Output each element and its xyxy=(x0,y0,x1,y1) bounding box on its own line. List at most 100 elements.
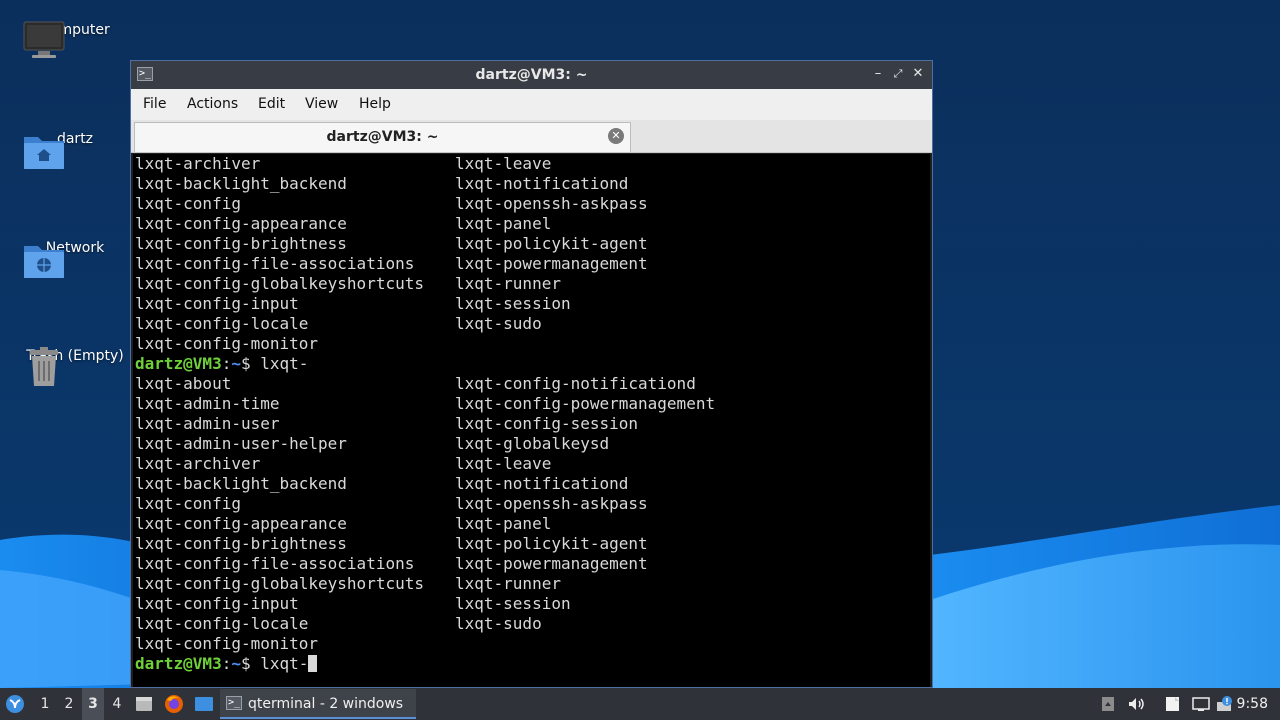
prompt-command: lxqt- xyxy=(260,354,309,373)
terminal-line: lxqt-config-input lxqt-session xyxy=(135,294,571,314)
terminal-line: lxqt-admin-time lxqt-config-powermanageme… xyxy=(135,394,715,414)
terminal-completion-col2: lxqt-sudo xyxy=(455,614,542,633)
terminal-completion-col2: lxqt-policykit-agent xyxy=(455,234,648,253)
terminal-line: lxqt-config-locale lxqt-sudo xyxy=(135,614,542,634)
terminal-completion-col2: lxqt-leave xyxy=(455,454,552,473)
desktop-switch-3[interactable]: 3 xyxy=(82,688,104,720)
main-menu-icon[interactable] xyxy=(4,694,26,714)
terminal-completion-col2: lxqt-config-powermanagement xyxy=(455,394,716,413)
terminal-completion-col1: lxqt-config-input xyxy=(135,294,299,313)
terminal-completion-col2: lxqt-notificationd xyxy=(455,174,629,193)
terminal-completion-col1: lxqt-about xyxy=(135,374,232,393)
file-manager-launcher-icon[interactable] xyxy=(135,695,153,713)
terminal-completion-col1: lxqt-admin-user-helper xyxy=(135,434,347,453)
terminal-completion-col1: lxqt-config-monitor xyxy=(135,334,319,353)
terminal-app-icon: >_ xyxy=(226,696,242,710)
prompt-symbol: $ xyxy=(240,354,261,373)
terminal-output[interactable]: lxqt-archiver lxqt-leave lxqt-backlight_ba… xyxy=(133,154,930,687)
terminal-line: lxqt-config lxqt-openssh-askpass xyxy=(135,494,648,514)
close-button[interactable]: ✕ xyxy=(909,65,927,83)
desktop-switch-1[interactable]: 1 xyxy=(34,688,56,720)
minimize-button[interactable]: – xyxy=(869,65,887,83)
taskbar: 1 2 3 4 >_ qterminal - 2 windows 9:58 xyxy=(0,688,1280,720)
terminal-line: lxqt-config-file-associations lxqt-powerm… xyxy=(135,554,648,574)
terminal-line: lxqt-config-globalkeyshortcuts lxqt-runne… xyxy=(135,574,561,594)
terminal-completion-col1: lxqt-config-file-associations xyxy=(135,254,415,273)
clock[interactable]: 9:58 xyxy=(1237,688,1268,720)
terminal-prompt-line: dartz@VM3:~$ lxqt- xyxy=(135,654,318,674)
terminal-completion-col1: lxqt-archiver xyxy=(135,454,261,473)
desktop-switch-4[interactable]: 4 xyxy=(106,688,128,720)
tab-terminal[interactable]: dartz@VM3: ~ ✕ xyxy=(134,122,631,152)
firefox-launcher-icon[interactable] xyxy=(164,694,184,714)
window-title: dartz@VM3: ~ xyxy=(475,67,588,83)
taskbar-task-qterminal[interactable]: >_ qterminal - 2 windows xyxy=(220,689,416,719)
terminal-completion-col1: lxqt-config-monitor xyxy=(135,634,319,653)
terminal-completion-col1: lxqt-admin-time xyxy=(135,394,280,413)
terminal-completion-col1: lxqt-config-input xyxy=(135,594,299,613)
terminal-completion-col2: lxqt-openssh-askpass xyxy=(455,194,648,213)
updates-icon[interactable] xyxy=(1216,696,1234,712)
network-status-icon[interactable] xyxy=(1192,696,1210,712)
terminal-completion-col1: lxqt-config-locale xyxy=(135,314,309,333)
terminal-completion-col2: lxqt-session xyxy=(455,294,571,313)
desktop-switch-2[interactable]: 2 xyxy=(58,688,80,720)
prompt-user: dartz@VM3 xyxy=(135,354,222,373)
terminal-completion-col2: lxqt-panel xyxy=(455,514,552,533)
prompt-separator: : xyxy=(221,354,232,373)
terminal-line: lxqt-admin-user-helper lxqt-globalkeysd xyxy=(135,434,609,454)
terminal-completion-col2: lxqt-panel xyxy=(455,214,552,233)
show-desktop-icon[interactable] xyxy=(194,695,214,713)
prompt-path: ~ xyxy=(231,654,241,673)
terminal-completion-col2: lxqt-runner xyxy=(455,274,561,293)
terminal-line: lxqt-backlight_backend lxqt-notificationd xyxy=(135,474,628,494)
notes-icon[interactable] xyxy=(1164,696,1182,712)
terminal-line: lxqt-admin-user lxqt-config-session xyxy=(135,414,638,434)
terminal-completion-col1: lxqt-config xyxy=(135,494,241,513)
terminal-completion-col1: lxqt-config-globalkeyshortcuts xyxy=(135,574,424,593)
terminal-completion-col1: lxqt-archiver xyxy=(135,154,261,173)
tab-close-icon[interactable]: ✕ xyxy=(608,128,624,144)
terminal-line: lxqt-config-appearance lxqt-panel xyxy=(135,514,551,534)
terminal-line: lxqt-config lxqt-openssh-askpass xyxy=(135,194,648,214)
desktop-icon-network[interactable]: Network xyxy=(20,236,130,278)
menu-file[interactable]: File xyxy=(143,96,166,112)
window-titlebar[interactable]: >_ dartz@VM3: ~ – ⤢ ✕ xyxy=(131,61,932,89)
terminal-line: lxqt-archiver lxqt-leave xyxy=(135,154,551,174)
terminal-completion-col1: lxqt-config-appearance xyxy=(135,214,347,233)
volume-icon[interactable] xyxy=(1127,696,1145,712)
terminal-completion-col2: lxqt-openssh-askpass xyxy=(455,494,648,513)
terminal-completion-col2: lxqt-config-session xyxy=(455,414,639,433)
terminal-completion-col1: lxqt-backlight_backend xyxy=(135,174,347,193)
terminal-line: lxqt-about lxqt-config-notificationd xyxy=(135,374,696,394)
prompt-path: ~ xyxy=(231,354,241,373)
terminal-line: lxqt-config-file-associations lxqt-powerm… xyxy=(135,254,648,274)
terminal-cursor xyxy=(308,655,318,672)
menu-edit[interactable]: Edit xyxy=(258,96,285,112)
desktop-icon-home[interactable]: dartz xyxy=(20,127,130,169)
menu-actions[interactable]: Actions xyxy=(187,96,238,112)
terminal-line: lxqt-config-brightness lxqt-policykit-age… xyxy=(135,534,648,554)
terminal-completion-col2: lxqt-notificationd xyxy=(455,474,629,493)
terminal-completion-col2: lxqt-config-notificationd xyxy=(455,374,696,393)
prompt-separator: : xyxy=(221,654,232,673)
terminal-completion-col1: lxqt-config-globalkeyshortcuts xyxy=(135,274,424,293)
clipboard-icon[interactable] xyxy=(1100,696,1116,712)
network-folder-icon xyxy=(24,246,64,278)
menu-view[interactable]: View xyxy=(305,96,338,112)
terminal-line: lxqt-archiver lxqt-leave xyxy=(135,454,551,474)
terminal-completion-col2: lxqt-sudo xyxy=(455,314,542,333)
terminal-completion-col1: lxqt-config-brightness xyxy=(135,534,347,553)
terminal-completion-col1: lxqt-config-appearance xyxy=(135,514,347,533)
computer-icon xyxy=(23,21,65,58)
terminal-line: lxqt-config-appearance lxqt-panel xyxy=(135,214,551,234)
terminal-completion-col2: lxqt-powermanagement xyxy=(455,254,648,273)
prompt-user: dartz@VM3 xyxy=(135,654,222,673)
menu-help[interactable]: Help xyxy=(359,96,391,112)
desktop-icon-trash[interactable]: Trash (Empty) xyxy=(20,344,130,386)
maximize-button[interactable]: ⤢ xyxy=(889,65,907,83)
terminal-lines: lxqt-archiver lxqt-leave lxqt-backlight_ba… xyxy=(135,154,715,674)
terminal-completion-col1: lxqt-backlight_backend xyxy=(135,474,347,493)
desktop-icon-computer[interactable]: Computer xyxy=(20,18,130,58)
trash-icon xyxy=(30,347,58,386)
